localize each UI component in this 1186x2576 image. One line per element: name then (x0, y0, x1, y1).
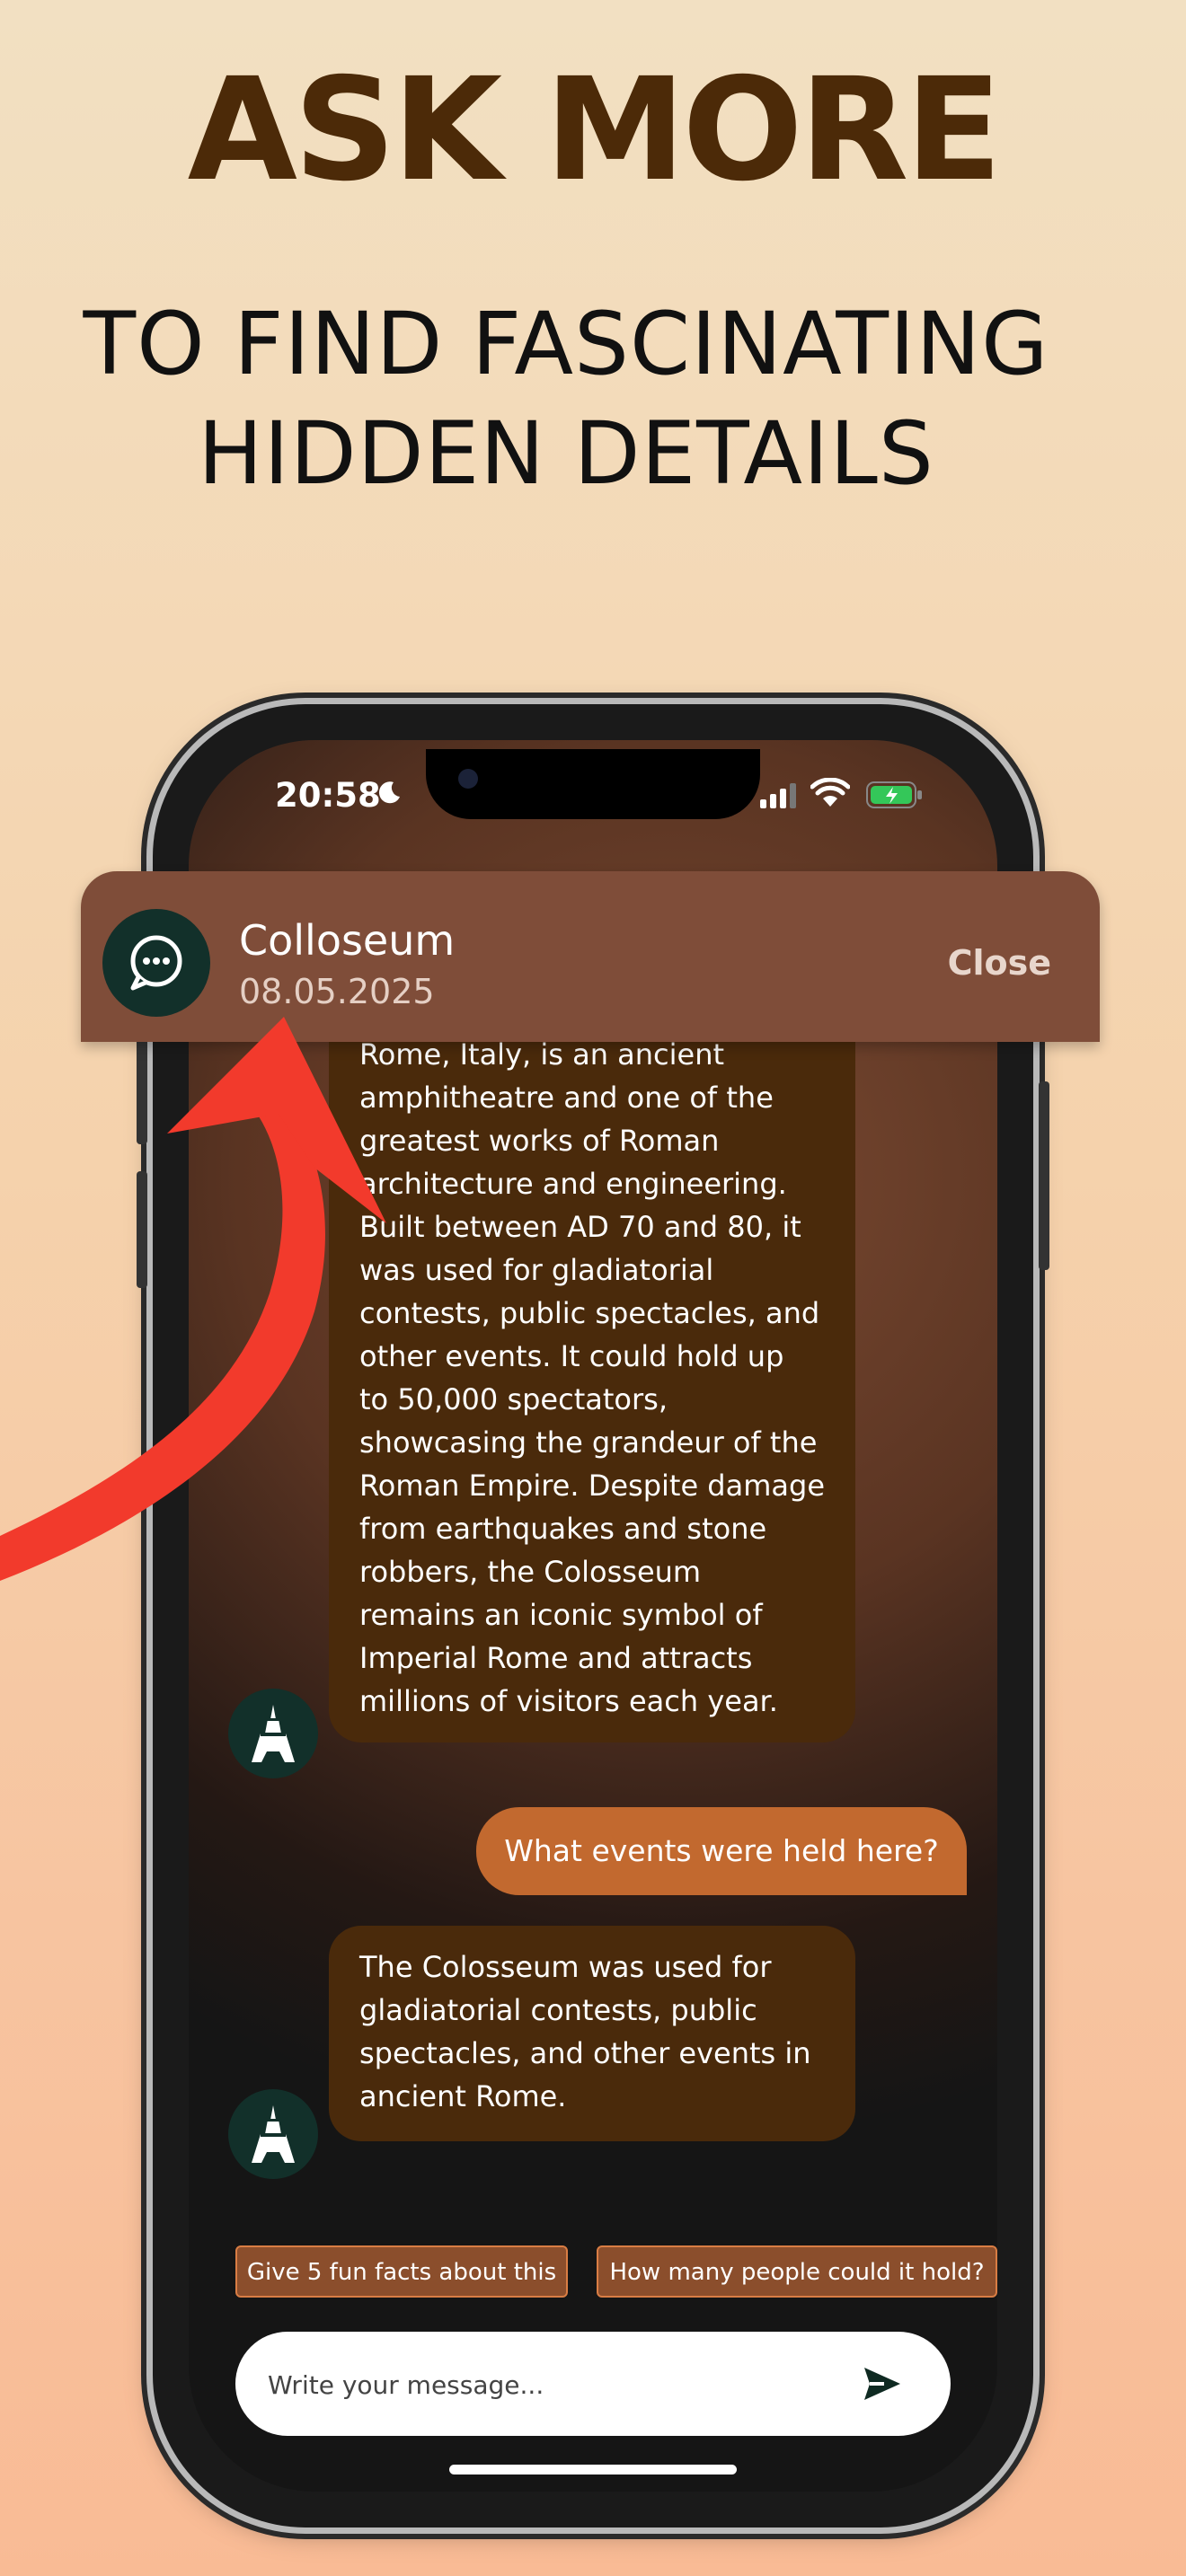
red-arrow (0, 1017, 386, 1581)
